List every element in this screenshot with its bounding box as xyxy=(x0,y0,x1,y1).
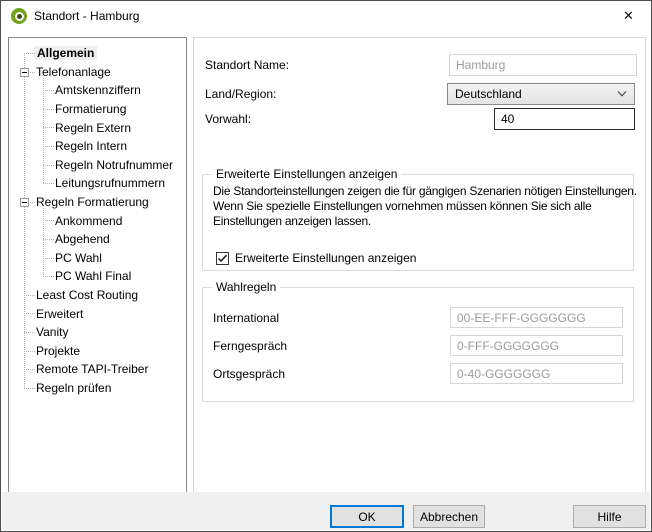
checkmark-icon xyxy=(217,254,228,263)
tree-item-label: Telefonanlage xyxy=(36,65,111,79)
tree-item-pc-wahl-final[interactable]: PC Wahl Final xyxy=(9,267,186,286)
tree-item-label: Formatierung xyxy=(55,102,126,116)
tree-line xyxy=(43,127,54,128)
tree-item-label: Regeln Notrufnummer xyxy=(55,158,173,172)
tree-line xyxy=(43,220,54,221)
international-field xyxy=(450,307,623,328)
tree-item-label: Regeln Extern xyxy=(55,121,131,135)
tree-item-label: Projekte xyxy=(36,344,80,358)
standort-name-field xyxy=(449,54,637,76)
tree-item-label: Remote TAPI-Treiber xyxy=(36,362,148,376)
tree-line xyxy=(24,351,35,352)
collapse-minus-icon[interactable] xyxy=(20,198,29,207)
tree-item-regeln-intern[interactable]: Regeln Intern xyxy=(9,137,186,156)
settings-tree: Allgemein Telefonanlage Amtskennziffern … xyxy=(8,37,187,494)
tree-line xyxy=(43,146,54,147)
tree-line xyxy=(24,295,35,296)
close-button[interactable]: ✕ xyxy=(606,1,651,31)
title-bar: Standort - Hamburg ✕ xyxy=(1,1,651,31)
ortsgespraech-field xyxy=(450,363,623,384)
tree-item-vanity[interactable]: Vanity xyxy=(9,323,186,342)
tree-item-label: PC Wahl Final xyxy=(55,269,131,283)
close-icon: ✕ xyxy=(623,8,634,24)
tree-item-regeln-extern[interactable]: Regeln Extern xyxy=(9,118,186,137)
tree-item-label: Regeln Intern xyxy=(55,139,127,153)
app-icon-ring xyxy=(15,12,24,21)
ortsgespraech-label: Ortsgespräch xyxy=(213,367,285,382)
tree-line xyxy=(43,165,54,166)
advanced-settings-group: Erweiterte Einstellungen anzeigen Die St… xyxy=(202,174,634,271)
tree-item-label: Least Cost Routing xyxy=(36,288,138,302)
tree-item-formatierung[interactable]: Formatierung xyxy=(9,100,186,119)
app-icon-dot xyxy=(17,14,22,19)
collapse-minus-icon[interactable] xyxy=(20,68,29,77)
settings-panel: Standort Name: Land/Region: Deutschland … xyxy=(193,37,646,494)
window-title: Standort - Hamburg xyxy=(34,9,139,23)
tree-line xyxy=(24,332,35,333)
tree-line xyxy=(43,258,54,259)
app-icon xyxy=(11,8,27,24)
ok-button[interactable]: OK xyxy=(330,505,404,528)
tree-item-regeln-formatierung[interactable]: Regeln Formatierung xyxy=(9,193,186,212)
tree-item-regeln-pruefen[interactable]: Regeln prüfen xyxy=(9,379,186,398)
help-button[interactable]: Hilfe xyxy=(573,505,646,528)
advanced-settings-checkbox[interactable] xyxy=(216,252,229,265)
tree-item-label: Regeln Formatierung xyxy=(36,195,149,209)
tree-line xyxy=(30,202,36,203)
tree-line xyxy=(30,72,36,73)
vorwahl-field[interactable] xyxy=(494,108,635,130)
tree-line xyxy=(24,53,35,54)
land-region-selected-value: Deutschland xyxy=(455,87,522,101)
advanced-settings-description: Die Standorteinstellungen zeigen die für… xyxy=(213,184,637,229)
dialog-footer xyxy=(2,492,650,530)
tree-item-label: Amtskennziffern xyxy=(55,83,141,97)
tree-item-telefonanlage[interactable]: Telefonanlage xyxy=(9,63,186,82)
advanced-settings-group-title: Erweiterte Einstellungen anzeigen xyxy=(212,167,401,181)
tree-item-pc-wahl[interactable]: PC Wahl xyxy=(9,249,186,268)
cancel-button[interactable]: Abbrechen xyxy=(413,505,485,528)
tree-line xyxy=(43,109,54,110)
tree-item-label: Leitungsrufnummern xyxy=(55,176,165,190)
tree-item-projekte[interactable]: Projekte xyxy=(9,342,186,361)
dialog-window: Standort - Hamburg ✕ Allgemein Telefonan… xyxy=(0,0,652,532)
tree-item-label: PC Wahl xyxy=(55,251,102,265)
advanced-settings-checkbox-label[interactable]: Erweiterte Einstellungen anzeigen xyxy=(235,251,416,266)
tree-line xyxy=(43,183,54,184)
land-region-select[interactable]: Deutschland xyxy=(447,83,635,105)
tree-item-ankommend[interactable]: Ankommend xyxy=(9,211,186,230)
tree-line xyxy=(24,369,35,370)
tree-item-label: Erweitert xyxy=(36,307,83,321)
tree-item-label: Vanity xyxy=(36,325,68,339)
standort-name-label: Standort Name: xyxy=(205,58,289,73)
tree-item-remote-tapi-treiber[interactable]: Remote TAPI-Treiber xyxy=(9,360,186,379)
ferngespraech-field xyxy=(450,335,623,356)
vorwahl-label: Vorwahl: xyxy=(205,112,251,127)
tree-item-leitungsrufnummern[interactable]: Leitungsrufnummern xyxy=(9,174,186,193)
tree-item-amtskennziffern[interactable]: Amtskennziffern xyxy=(9,81,186,100)
tree-item-label: Abgehend xyxy=(55,232,110,246)
tree-item-abgehend[interactable]: Abgehend xyxy=(9,230,186,249)
tree-item-label: Regeln prüfen xyxy=(36,381,111,395)
tree-item-regeln-notrufnummer[interactable]: Regeln Notrufnummer xyxy=(9,156,186,175)
tree-item-least-cost-routing[interactable]: Least Cost Routing xyxy=(9,286,186,305)
chevron-down-icon xyxy=(617,91,627,97)
tree-line xyxy=(43,239,54,240)
tree-item-erweitert[interactable]: Erweitert xyxy=(9,304,186,323)
tree-line xyxy=(24,313,35,314)
tree-item-label: Allgemein xyxy=(34,46,97,60)
wahlregeln-group: Wahlregeln International Ferngespräch Or… xyxy=(202,287,634,402)
ferngespraech-label: Ferngespräch xyxy=(213,339,287,354)
tree-line xyxy=(24,388,35,389)
tree-item-allgemein[interactable]: Allgemein xyxy=(9,44,186,63)
wahlregeln-group-title: Wahlregeln xyxy=(212,280,280,294)
tree-item-label: Ankommend xyxy=(55,214,122,228)
tree-line xyxy=(43,90,54,91)
land-region-label: Land/Region: xyxy=(205,87,276,102)
tree-line xyxy=(43,276,54,277)
international-label: International xyxy=(213,311,279,326)
